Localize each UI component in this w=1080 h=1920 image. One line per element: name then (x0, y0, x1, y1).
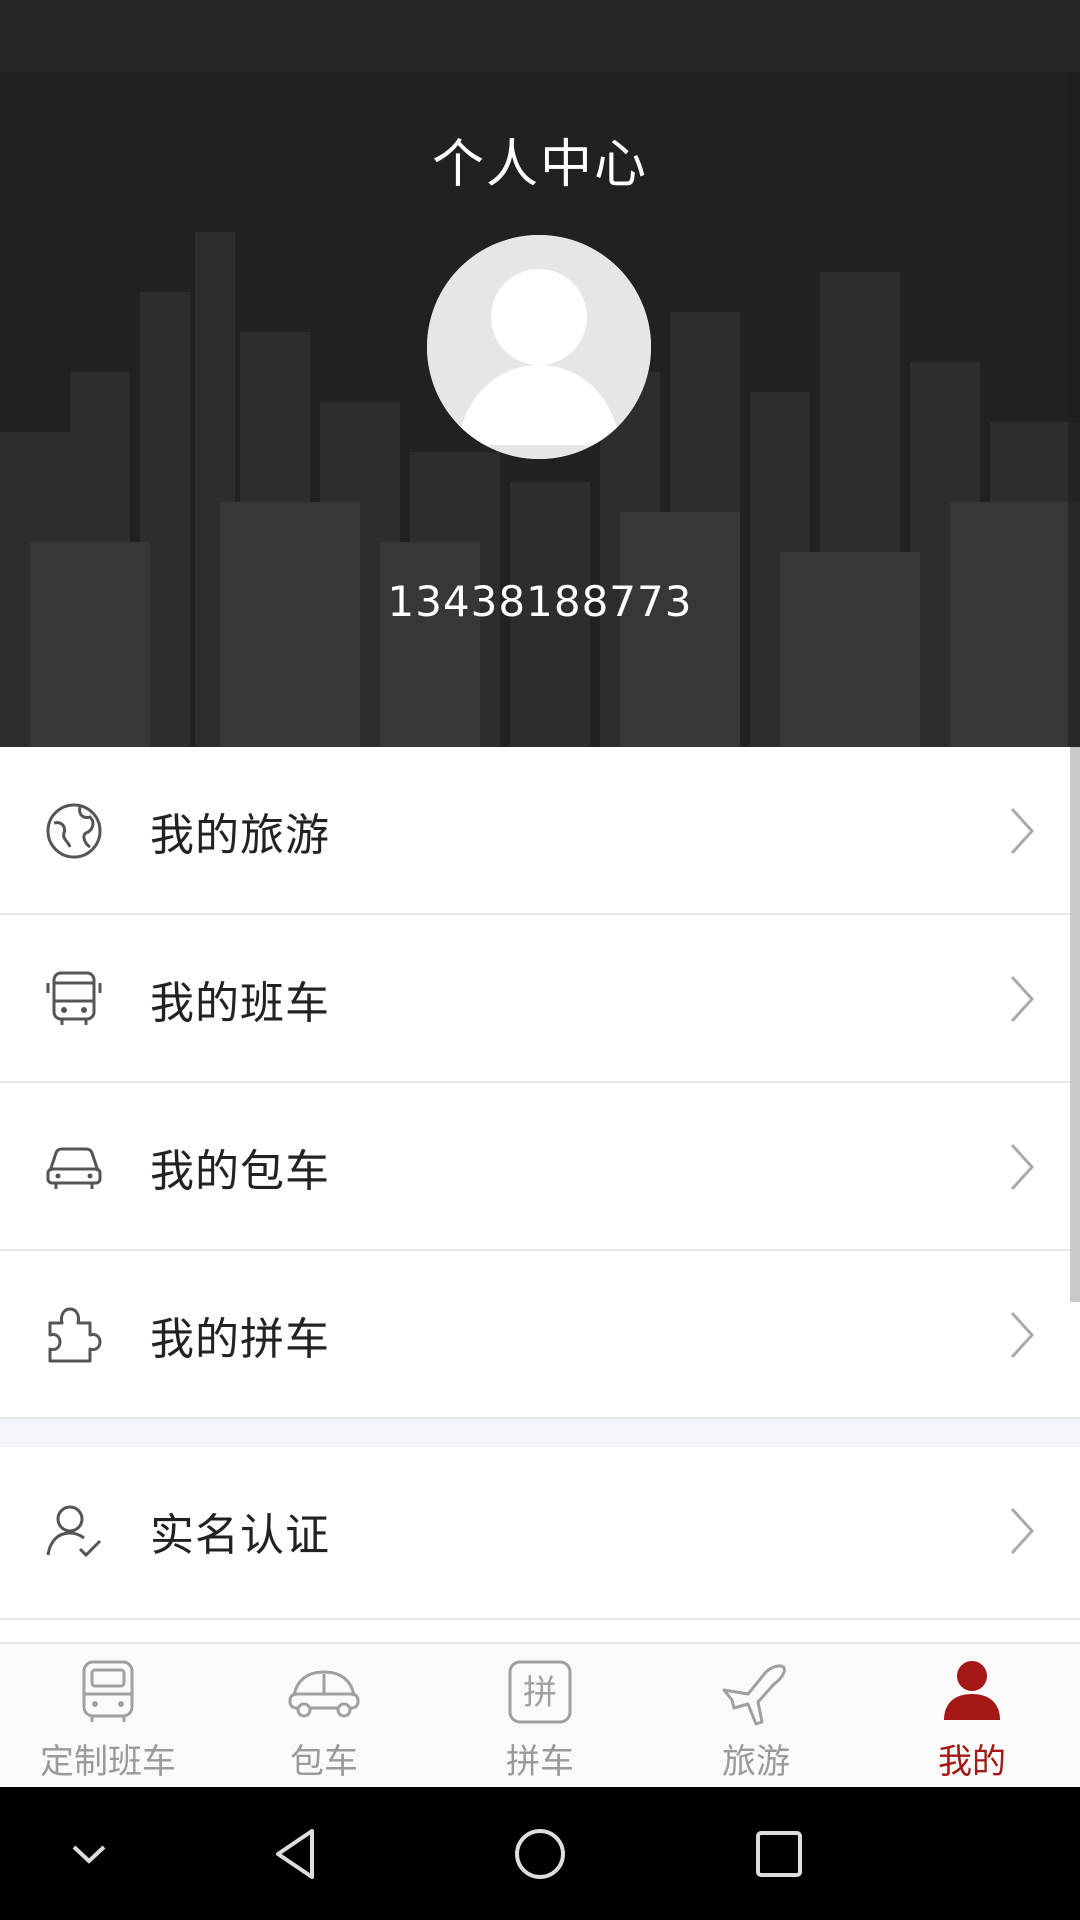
tab-label: 旅游 (722, 1742, 790, 1782)
menu-item-label: 我的班车 (150, 978, 330, 1029)
pin-icon-glyph: 拼 (523, 1673, 557, 1713)
pin-icon: 拼 (508, 1660, 572, 1724)
user-phone-number: 13438188773 (387, 577, 693, 626)
home-icon[interactable] (507, 1821, 573, 1887)
bus-icon (82, 1660, 134, 1722)
tab-travel[interactable]: 旅游 (648, 1644, 864, 1789)
user-icon (944, 1661, 1000, 1720)
menu-item-my-charter[interactable]: 我的包车 (0, 1083, 1080, 1251)
profile-header: 个人中心 13438188773 (0, 72, 1080, 747)
tab-label: 拼车 (506, 1742, 574, 1782)
scrollbar[interactable] (1070, 747, 1080, 1302)
bottom-tab-bar: 定制班车 包车 拼 拼车 旅游 我的 (0, 1642, 1080, 1789)
menu-item-label: 我的旅游 (150, 810, 330, 861)
section-gap (0, 1419, 1080, 1447)
menu-item-my-carpool[interactable]: 我的拼车 (0, 1251, 1080, 1419)
back-icon[interactable] (266, 1821, 332, 1887)
tab-charter[interactable]: 包车 (216, 1644, 432, 1789)
avatar[interactable] (427, 235, 651, 459)
chevron-right-icon (1010, 1143, 1035, 1191)
chevron-right-icon (1010, 1507, 1035, 1555)
menu-item-my-travel[interactable]: 我的旅游 (0, 747, 1080, 915)
menu-item-label: 我的包车 (150, 1146, 330, 1197)
chevron-right-icon (1010, 975, 1035, 1023)
tab-custom-shuttle[interactable]: 定制班车 (0, 1644, 216, 1789)
chevron-right-icon (1010, 1311, 1035, 1359)
header-edge (1068, 72, 1080, 747)
car-icon (288, 1670, 360, 1718)
menu-item-my-shuttle[interactable]: 我的班车 (0, 915, 1080, 1083)
car-icon (46, 1147, 102, 1189)
menu-item-label: 我的拼车 (150, 1314, 330, 1365)
chevron-right-icon (1010, 807, 1035, 855)
chevron-down-icon[interactable] (56, 1821, 122, 1887)
globe-icon (46, 803, 102, 859)
menu-item-label: 实名认证 (150, 1510, 330, 1561)
tab-label: 定制班车 (40, 1742, 176, 1782)
bus-icon (46, 971, 102, 1025)
system-navigation-bar (0, 1787, 1080, 1920)
page-title: 个人中心 (431, 135, 648, 195)
puzzle-icon (48, 1307, 102, 1363)
plane-icon (722, 1664, 786, 1726)
menu-item-real-name-verification[interactable]: 实名认证 (0, 1447, 1080, 1613)
tab-label: 我的 (938, 1742, 1006, 1782)
status-bar (0, 0, 1080, 72)
user-check-icon (46, 1505, 102, 1558)
list-divider (0, 1618, 1080, 1620)
tab-label: 包车 (290, 1742, 358, 1782)
profile-menu: 我的旅游 我的班车 我的包车 我的拼车 实名认证 (0, 747, 1080, 1613)
recents-icon[interactable] (746, 1821, 812, 1887)
tab-mine[interactable]: 我的 (864, 1644, 1080, 1789)
default-avatar-icon (427, 235, 651, 459)
tab-carpool[interactable]: 拼 拼车 (432, 1644, 648, 1789)
